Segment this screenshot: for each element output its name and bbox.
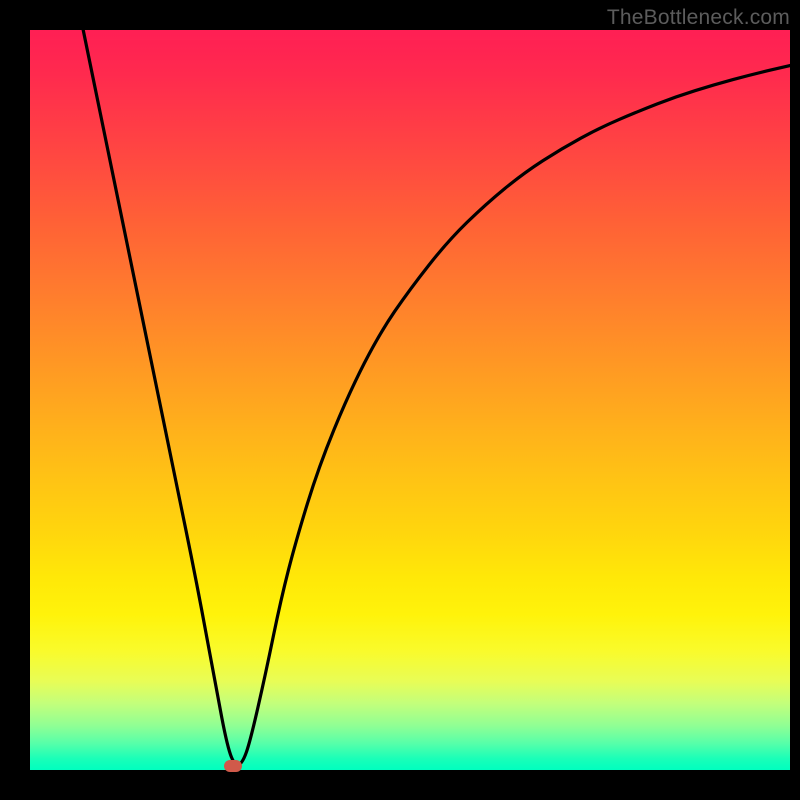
plot-area — [30, 30, 790, 770]
curve-path — [83, 30, 790, 765]
watermark-text: TheBottleneck.com — [607, 6, 790, 30]
minimum-marker — [224, 760, 242, 772]
chart-frame: TheBottleneck.com — [0, 0, 800, 800]
curve-layer — [30, 30, 790, 770]
